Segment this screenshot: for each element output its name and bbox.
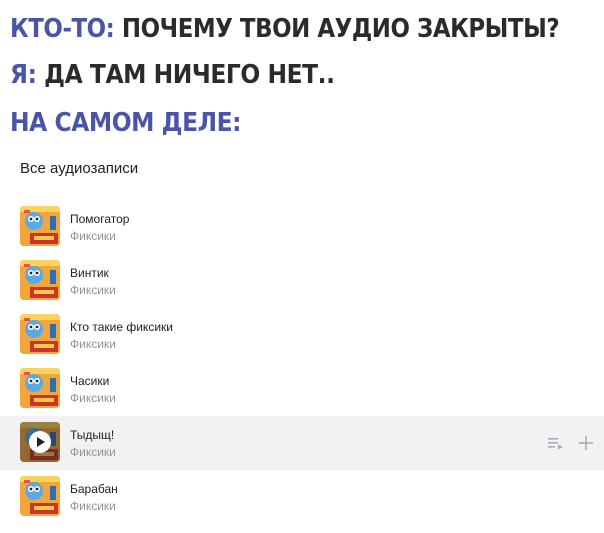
meme-line-3: НА САМОМ ДЕЛЕ: bbox=[10, 108, 242, 138]
album-cover[interactable] bbox=[20, 314, 60, 354]
album-cover[interactable] bbox=[20, 368, 60, 408]
track-title: Тыдыщ! bbox=[70, 428, 115, 442]
queue-icon[interactable] bbox=[546, 433, 566, 453]
track-row[interactable]: Помогатор Фиксики bbox=[0, 200, 604, 254]
album-cover[interactable] bbox=[20, 476, 60, 516]
track-artist[interactable]: Фиксики bbox=[70, 391, 116, 405]
album-cover[interactable] bbox=[20, 206, 60, 246]
row-actions bbox=[546, 433, 596, 453]
meme-text-2: ДА ТАМ НИЧЕГО НЕТ.. bbox=[44, 60, 335, 90]
track-title: Часики bbox=[70, 374, 110, 388]
meme-speaker-2: Я: bbox=[10, 60, 37, 90]
track-row[interactable]: Кто такие фиксики Фиксики bbox=[0, 308, 604, 362]
track-artist[interactable]: Фиксики bbox=[70, 229, 116, 243]
track-row[interactable]: Барабан Фиксики bbox=[0, 470, 604, 524]
meme-line-1: КТО-ТО: ПОЧЕМУ ТВОИ АУДИО ЗАКРЫТЫ? bbox=[10, 14, 560, 44]
track-title: Винтик bbox=[70, 266, 109, 280]
plus-icon[interactable] bbox=[576, 433, 596, 453]
track-artist[interactable]: Фиксики bbox=[70, 499, 116, 513]
meme-line-2: Я: ДА ТАМ НИЧЕГО НЕТ.. bbox=[10, 60, 335, 90]
album-cover[interactable] bbox=[20, 260, 60, 300]
meme-speaker-1: КТО-ТО: bbox=[10, 14, 115, 44]
track-row-active[interactable]: Тыдыщ! Фиксики bbox=[0, 416, 604, 470]
track-row[interactable]: Часики Фиксики bbox=[0, 362, 604, 416]
track-title: Помогатор bbox=[70, 212, 130, 226]
section-title: Все аудиозаписи bbox=[20, 160, 139, 177]
track-title: Кто такие фиксики bbox=[70, 320, 173, 334]
track-row[interactable]: Винтик Фиксики bbox=[0, 254, 604, 308]
play-icon[interactable] bbox=[29, 431, 51, 453]
album-cover[interactable] bbox=[20, 422, 60, 462]
track-title: Барабан bbox=[70, 482, 118, 496]
track-artist[interactable]: Фиксики bbox=[70, 283, 116, 297]
meme-text-1: ПОЧЕМУ ТВОИ АУДИО ЗАКРЫТЫ? bbox=[121, 14, 560, 44]
track-artist[interactable]: Фиксики bbox=[70, 337, 116, 351]
track-artist[interactable]: Фиксики bbox=[70, 445, 116, 459]
track-list: Помогатор Фиксики Винтик Фиксики Кто так… bbox=[0, 200, 604, 524]
